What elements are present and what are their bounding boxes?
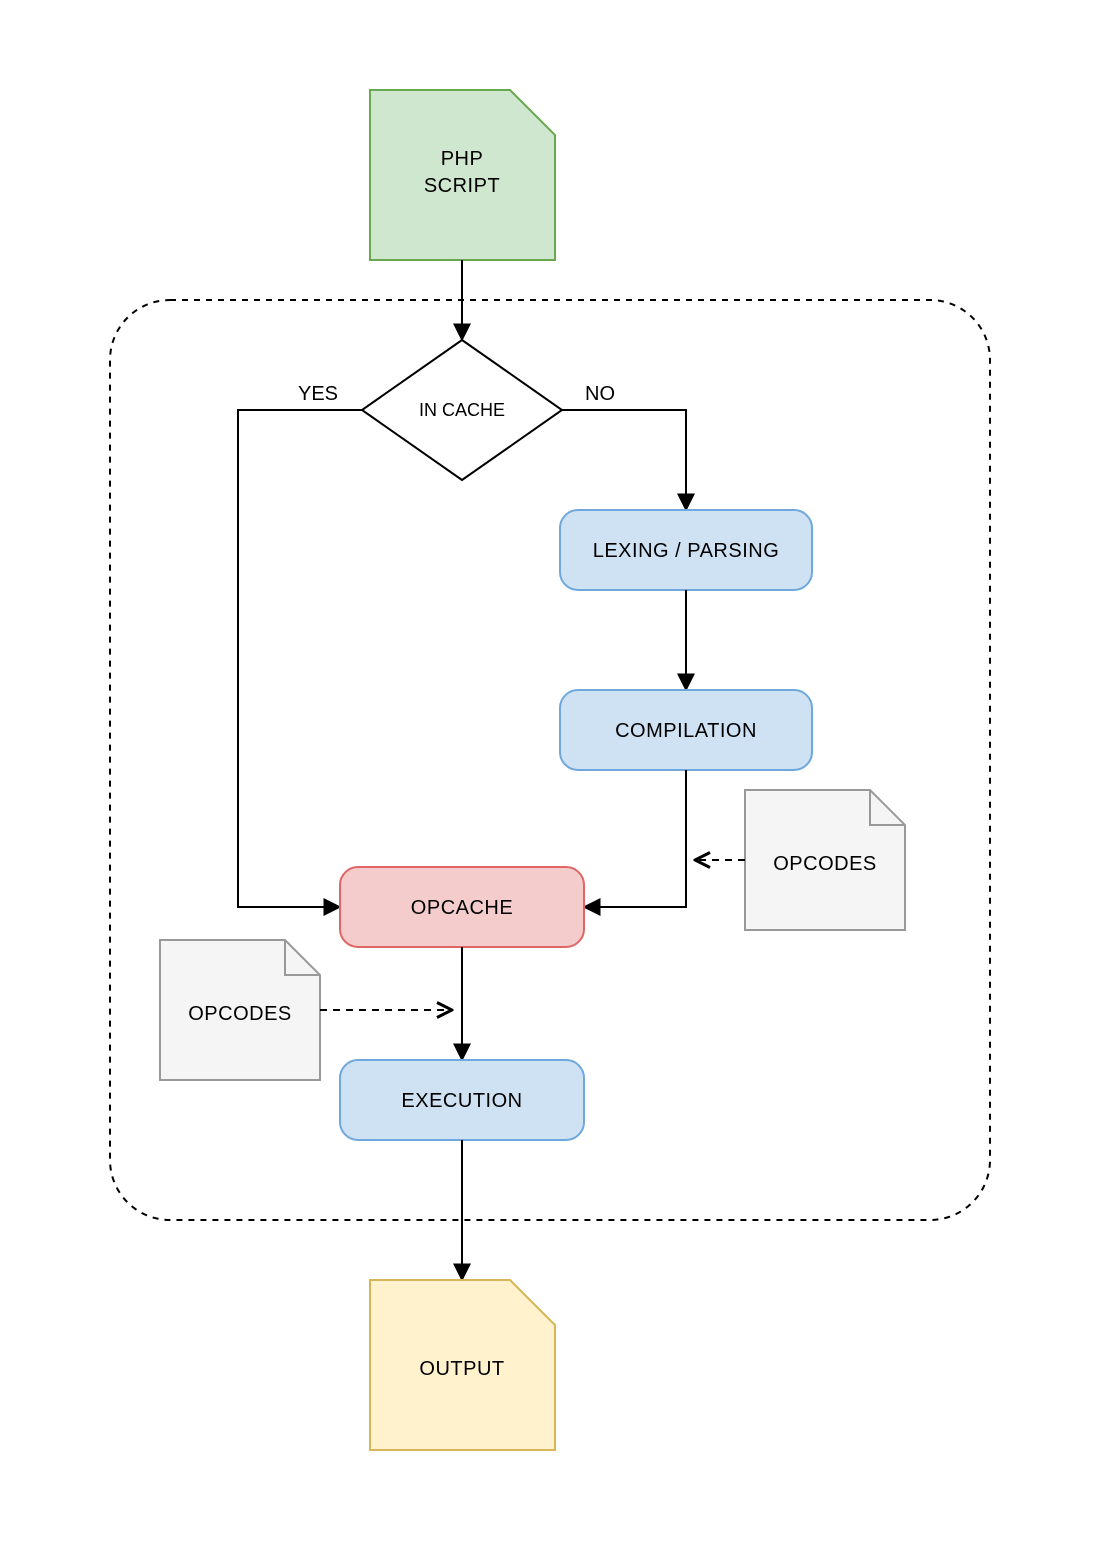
- edge-yes: [238, 410, 362, 907]
- opcache-label: OPCACHE: [411, 897, 513, 919]
- node-output: OUTPUT: [370, 1280, 555, 1450]
- execution-label: EXECUTION: [401, 1090, 522, 1112]
- node-opcache: OPCACHE: [340, 867, 584, 947]
- node-opcodes-left: OPCODES: [160, 940, 320, 1080]
- php-script-line1: PHP: [441, 148, 484, 170]
- compilation-label: COMPILATION: [615, 720, 757, 742]
- edge-no: [562, 410, 686, 510]
- opcodes-right-label: OPCODES: [773, 853, 877, 875]
- output-label: OUTPUT: [419, 1358, 504, 1380]
- node-opcodes-right: OPCODES: [745, 790, 905, 930]
- edge-compilation-to-opcache: [584, 770, 686, 907]
- lexing-label: LEXING / PARSING: [593, 540, 780, 562]
- edge-label-no: NO: [585, 383, 615, 405]
- edge-label-yes: YES: [298, 383, 338, 405]
- node-compilation: COMPILATION: [560, 690, 812, 770]
- node-in-cache: IN CACHE: [362, 340, 562, 480]
- node-execution: EXECUTION: [340, 1060, 584, 1140]
- node-php-script: PHP SCRIPT: [370, 90, 555, 260]
- opcodes-left-label: OPCODES: [188, 1003, 292, 1025]
- in-cache-label: IN CACHE: [419, 400, 505, 420]
- php-script-line2: SCRIPT: [424, 175, 500, 197]
- node-lexing-parsing: LEXING / PARSING: [560, 510, 812, 590]
